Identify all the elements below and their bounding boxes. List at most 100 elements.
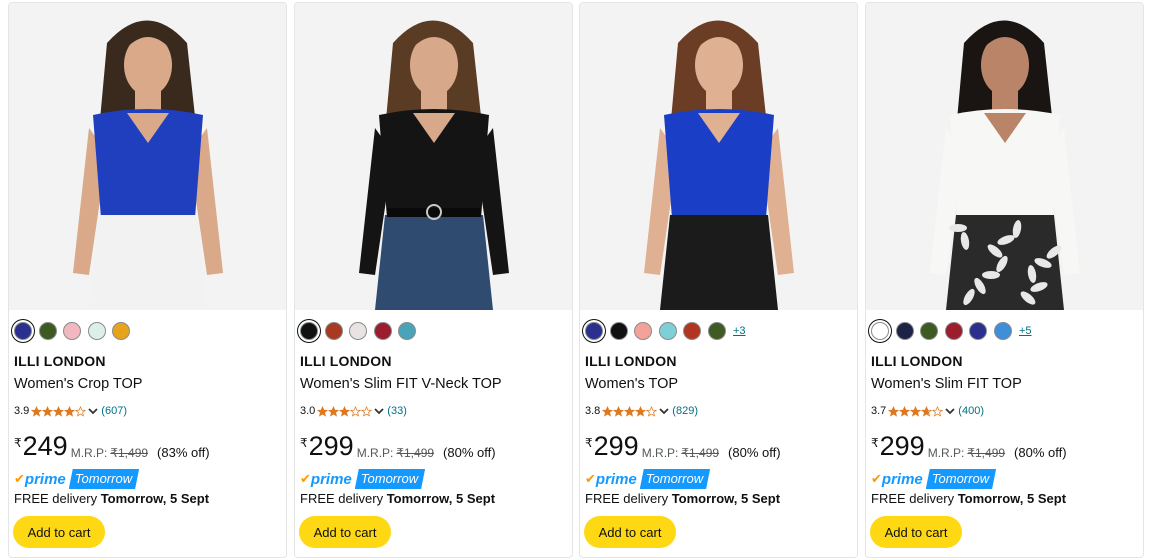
discount-percent: (80% off) <box>1014 445 1067 460</box>
delivery-badge: Tomorrow <box>69 469 139 489</box>
star-icon <box>602 405 614 417</box>
color-swatch[interactable] <box>14 322 32 340</box>
price-value[interactable]: 299 <box>594 431 639 461</box>
color-swatch[interactable] <box>38 322 57 340</box>
model-illustration <box>359 20 509 310</box>
price-row: ₹299 M.R.P: ₹1,499 (80% off) <box>585 431 781 465</box>
add-to-cart-button[interactable]: Add to cart <box>870 516 962 548</box>
color-swatch[interactable] <box>585 322 603 340</box>
star-icon <box>350 405 362 417</box>
add-to-cart-button[interactable]: Add to cart <box>13 516 105 548</box>
star-rating-icon <box>602 405 658 417</box>
more-colors-link[interactable]: +3 <box>733 325 746 337</box>
brand-name: ILLI LONDON <box>14 353 106 369</box>
color-swatch[interactable] <box>373 322 392 340</box>
product-image[interactable] <box>580 3 857 310</box>
currency-symbol: ₹ <box>300 436 308 450</box>
color-swatches <box>14 321 137 341</box>
product-image[interactable] <box>866 3 1143 310</box>
chevron-down-icon[interactable] <box>87 406 99 416</box>
product-card[interactable]: +3 ILLI LONDON Women's TOP 3.8 (829) ₹299 M.R.… <box>579 2 858 558</box>
color-swatch[interactable] <box>300 322 318 340</box>
review-count-link[interactable]: (607) <box>101 405 127 417</box>
chevron-down-icon[interactable] <box>658 406 670 416</box>
product-card[interactable]: ILLI LONDON Women's Slim FIT V-Neck TOP 3.… <box>294 2 573 558</box>
prime-label: prime <box>881 470 923 488</box>
star-rating-icon <box>31 405 87 417</box>
price-value[interactable]: 299 <box>880 431 925 461</box>
price-row: ₹249 M.R.P: ₹1,499 (83% off) <box>14 431 210 465</box>
price-value[interactable]: 299 <box>309 431 354 461</box>
product-title[interactable]: Women's Crop TOP <box>14 376 142 392</box>
star-icon <box>921 405 933 417</box>
more-colors-link[interactable]: +5 <box>1019 325 1032 337</box>
star-icon <box>646 405 658 417</box>
star-icon <box>42 405 54 417</box>
checkmark-icon: ✔ <box>871 471 882 486</box>
color-swatch[interactable] <box>112 322 130 340</box>
delivery-date: Tomorrow, 5 Sept <box>957 491 1067 506</box>
star-icon <box>64 405 76 417</box>
model-illustration <box>930 20 1080 310</box>
color-swatch[interactable] <box>993 322 1012 340</box>
color-swatch[interactable] <box>634 322 652 340</box>
currency-symbol: ₹ <box>14 436 22 450</box>
rating-value: 3.7 <box>871 405 887 417</box>
mrp-value: ₹1,499 <box>967 446 1006 460</box>
review-count-link[interactable]: (400) <box>958 405 984 417</box>
product-grid: ILLI LONDON Women's Crop TOP 3.9 (607) ₹249 M… <box>8 2 1144 558</box>
color-swatch[interactable] <box>87 322 106 340</box>
product-title[interactable]: Women's TOP <box>585 376 678 392</box>
color-swatch[interactable] <box>944 322 963 340</box>
color-swatch[interactable] <box>707 322 726 340</box>
color-swatch[interactable] <box>683 322 701 340</box>
review-count-link[interactable]: (33) <box>387 405 407 417</box>
color-swatch[interactable] <box>895 322 914 340</box>
product-card[interactable]: +5 ILLI LONDON Women's Slim FIT TOP 3.7 (400… <box>865 2 1144 558</box>
add-to-cart-button[interactable]: Add to cart <box>584 516 676 548</box>
prime-row: ✔ prime Tomorrow <box>300 469 425 489</box>
rating-row: 3.9 (607) <box>14 403 127 419</box>
brand-name: ILLI LONDON <box>871 353 963 369</box>
delivery-info: FREE delivery Tomorrow, 5 Sept <box>585 491 780 506</box>
prime-row: ✔ prime Tomorrow <box>14 469 139 489</box>
add-to-cart-button[interactable]: Add to cart <box>299 516 391 548</box>
color-swatch[interactable] <box>398 322 416 340</box>
chevron-down-icon[interactable] <box>373 406 385 416</box>
product-image[interactable] <box>9 3 286 310</box>
color-swatch[interactable] <box>609 322 628 340</box>
delivery-badge: Tomorrow <box>640 469 710 489</box>
color-swatch[interactable] <box>349 322 367 340</box>
product-title[interactable]: Women's Slim FIT V-Neck TOP <box>300 376 502 392</box>
chevron-down-icon[interactable] <box>944 406 956 416</box>
star-icon <box>910 405 922 417</box>
color-swatch[interactable] <box>324 322 343 340</box>
star-icon <box>888 405 900 417</box>
color-swatch[interactable] <box>920 322 938 340</box>
rating-value: 3.9 <box>14 405 30 417</box>
product-image[interactable] <box>295 3 572 310</box>
mrp-label: M.R.P: <box>641 446 679 460</box>
checkmark-icon: ✔ <box>300 471 311 486</box>
review-count-link[interactable]: (829) <box>672 405 698 417</box>
prime-label: prime <box>310 470 352 488</box>
mrp-label: M.R.P: <box>927 446 965 460</box>
product-card[interactable]: ILLI LONDON Women's Crop TOP 3.9 (607) ₹249 M… <box>8 2 287 558</box>
delivery-prefix: FREE delivery <box>585 491 672 506</box>
color-swatch[interactable] <box>871 322 889 340</box>
discount-percent: (83% off) <box>157 445 210 460</box>
delivery-prefix: FREE delivery <box>871 491 958 506</box>
color-swatch[interactable] <box>658 322 677 340</box>
product-title[interactable]: Women's Slim FIT TOP <box>871 376 1022 392</box>
model-illustration <box>73 20 223 310</box>
price-value[interactable]: 249 <box>23 431 68 461</box>
currency-symbol: ₹ <box>585 436 593 450</box>
brand-name: ILLI LONDON <box>585 353 677 369</box>
color-swatch[interactable] <box>969 322 987 340</box>
rating-value: 3.0 <box>300 405 316 417</box>
star-icon <box>53 405 65 417</box>
rating-row: 3.7 (400) <box>871 403 984 419</box>
color-swatch[interactable] <box>63 322 81 340</box>
delivery-prefix: FREE delivery <box>300 491 387 506</box>
price-row: ₹299 M.R.P: ₹1,499 (80% off) <box>300 431 496 465</box>
